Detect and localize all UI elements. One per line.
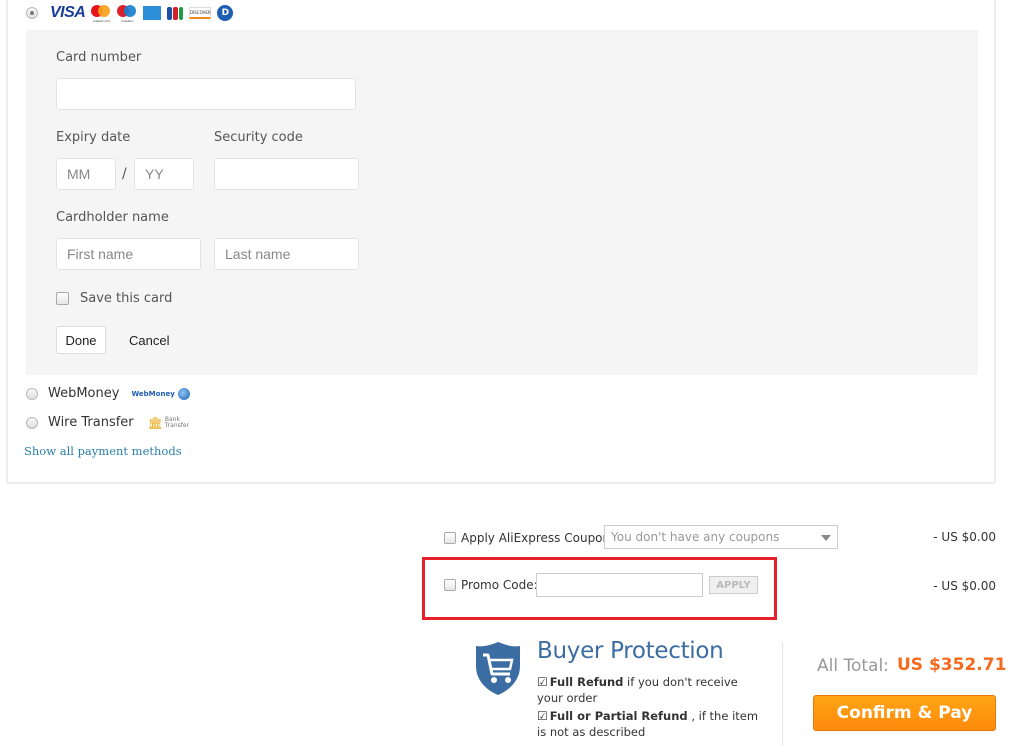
total-label: All Total: <box>817 656 889 676</box>
coupon-amount: - US $0.00 <box>933 530 996 544</box>
coupon-checkbox[interactable] <box>444 532 456 544</box>
amex-logo-icon <box>143 6 162 20</box>
save-card-checkbox[interactable] <box>56 292 69 305</box>
last-name-input[interactable]: Last name <box>214 238 359 270</box>
card-logos: VISA mastercard maestro DISCOVER D <box>50 4 234 23</box>
payment-option-wire-transfer[interactable]: Wire Transfer 🏛 Bank Transfer <box>26 415 189 430</box>
expiry-separator: / <box>122 166 127 182</box>
coupon-label: Apply AliExpress Coupon: <box>461 531 615 545</box>
payment-option-webmoney[interactable]: WebMoney WebMoney <box>26 386 190 401</box>
diners-logo-icon: D <box>217 5 234 21</box>
done-button[interactable]: Done <box>56 326 106 354</box>
webmoney-logo-icon: WebMoney <box>131 387 190 400</box>
card-number-label: Card number <box>56 50 142 65</box>
promo-code-input[interactable] <box>536 573 703 597</box>
coupon-row: Apply AliExpress Coupon: <box>444 531 614 545</box>
visa-logo-icon: VISA <box>50 4 86 21</box>
jcb-logo-icon <box>167 6 184 20</box>
coupon-select-value: You don't have any coupons <box>611 530 780 544</box>
apply-promo-button[interactable]: APPLY <box>709 576 758 594</box>
coupon-select[interactable]: You don't have any coupons <box>604 525 838 549</box>
wire-transfer-label: Wire Transfer <box>48 415 134 430</box>
promo-amount: - US $0.00 <box>933 579 996 593</box>
webmoney-label: WebMoney <box>48 386 120 401</box>
wire-transfer-radio[interactable] <box>26 416 38 429</box>
protection-item-partial-refund: ☑ Full or Partial Refund , if the item is… <box>537 709 759 739</box>
save-card-label: Save this card <box>80 291 173 306</box>
first-name-input[interactable]: First name <box>56 238 201 270</box>
cardholder-name-label: Cardholder name <box>56 210 169 225</box>
shield-cart-icon <box>476 642 520 695</box>
maestro-logo-icon: maestro <box>117 5 137 23</box>
expiry-date-label: Expiry date <box>56 130 131 145</box>
promo-label: Promo Code: <box>461 578 538 592</box>
check-icon: ☑ <box>537 709 548 723</box>
total-value: US $352.71 <box>897 655 1007 675</box>
card-radio[interactable] <box>26 7 38 19</box>
webmoney-radio[interactable] <box>26 387 38 400</box>
show-all-payment-methods-link[interactable]: Show all payment methods <box>24 444 182 458</box>
check-icon: ☑ <box>537 675 548 689</box>
promo-row: Promo Code: <box>444 578 538 592</box>
promo-checkbox[interactable] <box>444 579 456 591</box>
chevron-down-icon <box>821 535 831 541</box>
mastercard-logo-icon: mastercard <box>91 5 111 23</box>
confirm-pay-button[interactable]: Confirm & Pay <box>813 695 996 731</box>
expiry-year-input[interactable]: YY <box>134 158 194 190</box>
summary-divider <box>782 642 783 746</box>
security-code-label: Security code <box>214 130 303 145</box>
save-card-row[interactable]: Save this card <box>56 291 172 306</box>
discover-logo-icon: DISCOVER <box>189 7 212 19</box>
bank-transfer-logo-icon: 🏛 Bank Transfer <box>147 415 190 430</box>
protection-item-full-refund: ☑ Full Refund if you don't receive your o… <box>537 675 738 705</box>
card-number-input[interactable] <box>56 78 356 110</box>
payment-option-card[interactable]: VISA mastercard maestro DISCOVER D <box>26 4 234 23</box>
expiry-month-input[interactable]: MM <box>56 158 116 190</box>
cancel-button[interactable]: Cancel <box>129 333 169 348</box>
security-code-input[interactable] <box>214 158 359 190</box>
buyer-protection-title: Buyer Protection <box>537 638 724 664</box>
